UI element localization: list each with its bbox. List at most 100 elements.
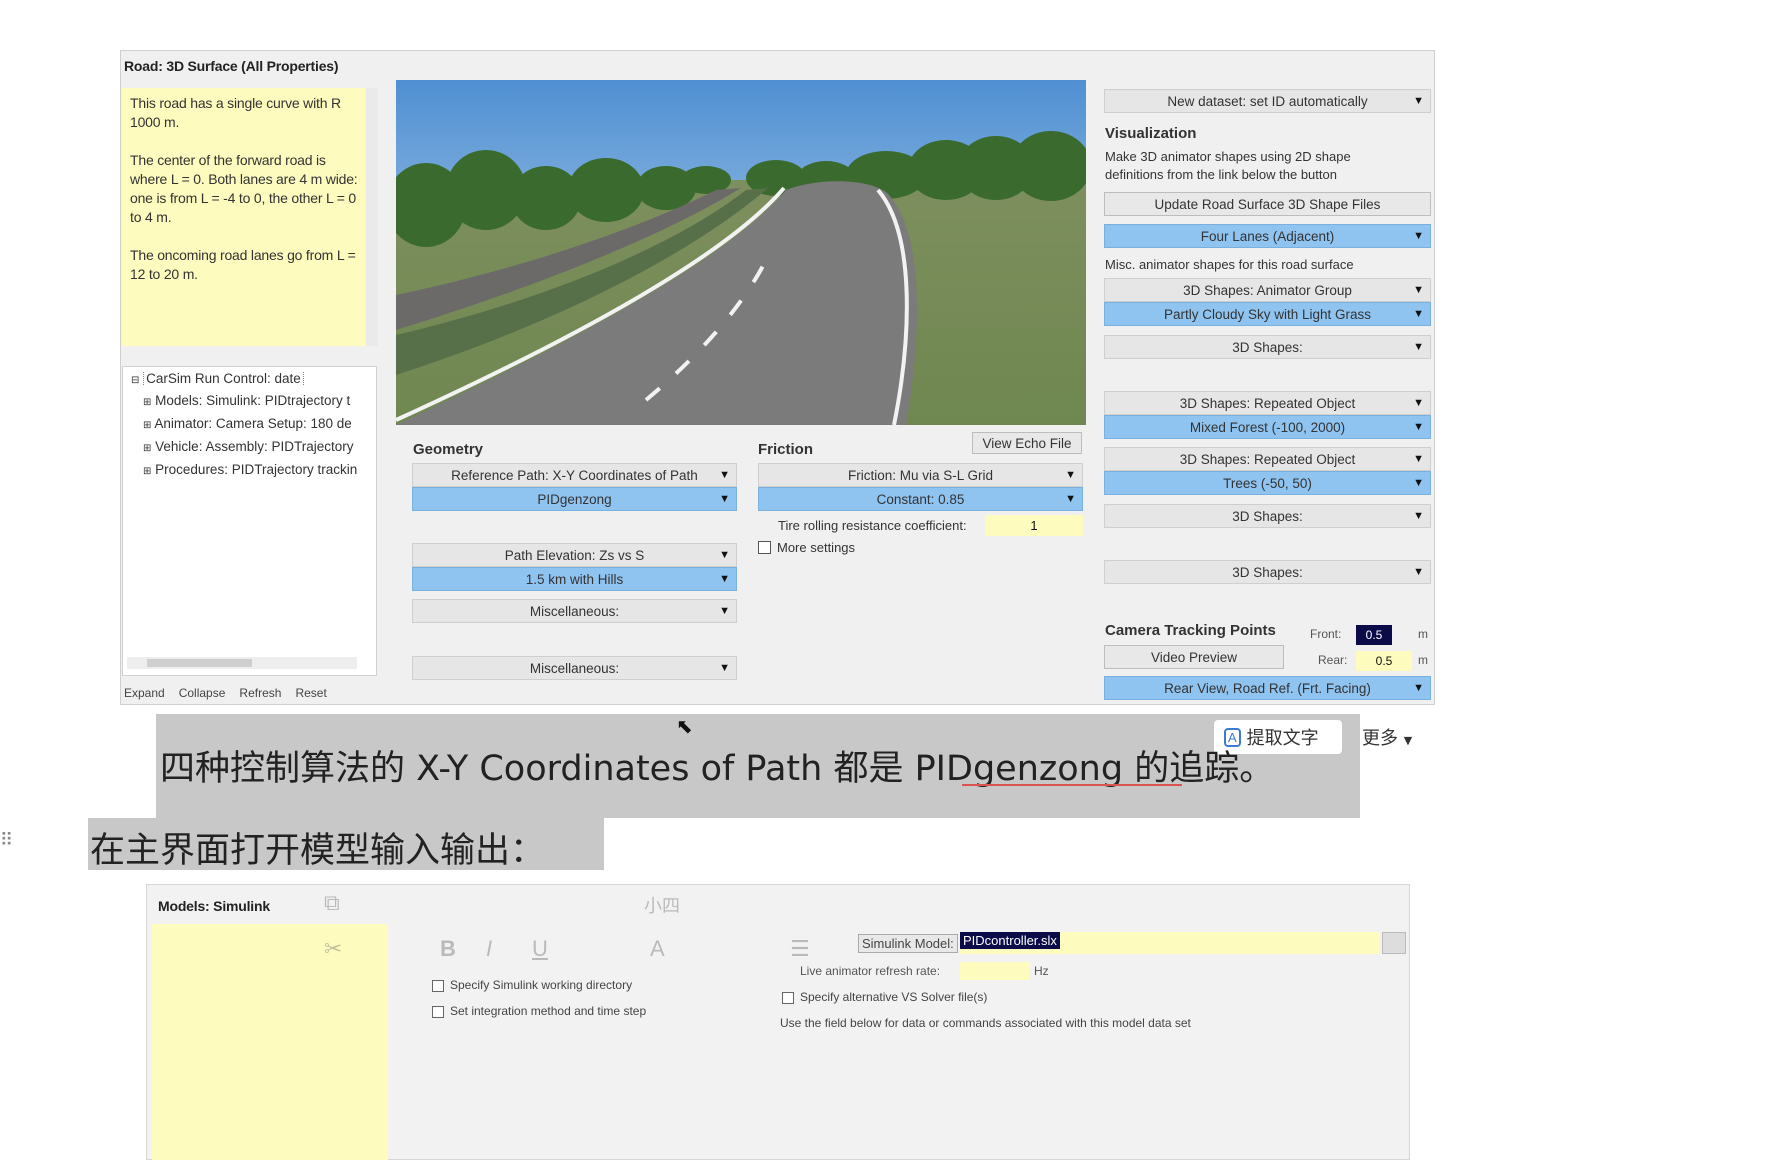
chevron-down-icon: ▼ [1403, 734, 1413, 747]
expand-icon[interactable]: ⊞ [143, 397, 151, 408]
dropdown-arrow-icon: ▼ [1413, 682, 1424, 694]
shapes-dropdown-a[interactable]: 3D Shapes: ▼ [1104, 335, 1431, 359]
refresh-button[interactable]: Refresh [239, 686, 281, 704]
notes-box[interactable]: This road has a single curve with R 1000… [122, 88, 367, 346]
dropdown-arrow-icon: ▼ [1413, 421, 1424, 433]
list-icon[interactable]: ☰ [790, 936, 810, 962]
models-panel-title: Models: Simulink [158, 898, 270, 914]
tree-buttons: Expand Collapse Refresh Reset [124, 686, 374, 704]
refresh-rate-label: Live animator refresh rate: [800, 964, 941, 978]
integration-checkbox[interactable] [432, 1006, 444, 1018]
misc-dropdown-2[interactable]: Miscellaneous: ▼ [412, 656, 737, 680]
italic-icon[interactable]: I [486, 936, 492, 962]
dataset-dropdown[interactable]: New dataset: set ID automatically ▼ [1104, 89, 1431, 113]
tree-item-run-control[interactable]: CarSim Run Control: date [143, 371, 304, 386]
update-road-surface-button[interactable]: Update Road Surface 3D Shape Files [1104, 192, 1431, 216]
expand-button[interactable]: Expand [124, 686, 165, 704]
misc-dropdown-1[interactable]: Miscellaneous: ▼ [412, 599, 737, 623]
specify-dir-checkbox[interactable] [432, 980, 444, 992]
expand-icon[interactable]: ⊞ [143, 443, 151, 454]
notes-scrollbar[interactable] [366, 88, 378, 346]
dropdown-arrow-icon: ▼ [1413, 510, 1424, 522]
collapse-icon[interactable]: ⊟ [131, 375, 139, 386]
use-field-description: Use the field below for data or commands… [780, 1016, 1191, 1030]
path-elevation-dropdown[interactable]: Path Elevation: Zs vs S ▼ [412, 543, 737, 567]
video-preview-button[interactable]: Video Preview [1104, 645, 1284, 669]
rear-input[interactable]: 0.5 [1356, 651, 1412, 671]
front-input[interactable]: 0.5 [1356, 625, 1392, 645]
shapes-dropdown-b[interactable]: 3D Shapes: ▼ [1104, 504, 1431, 528]
trees-dropdown[interactable]: Trees (-50, 50) ▼ [1104, 471, 1431, 495]
geometry-heading: Geometry [413, 441, 484, 458]
rear-unit: m [1418, 653, 1428, 667]
copy-icon[interactable]: ⧉ [324, 890, 340, 916]
dropdown-arrow-icon: ▼ [719, 573, 730, 585]
repeated-object-dropdown-2[interactable]: 3D Shapes: Repeated Object ▼ [1104, 447, 1431, 471]
visualization-description: Make 3D animator shapes using 2D shape d… [1105, 149, 1351, 182]
dropdown-arrow-icon: ▼ [1413, 95, 1424, 107]
path-elevation-value-dropdown[interactable]: 1.5 km with Hills ▼ [412, 567, 737, 591]
tree-item[interactable]: ⊞ Procedures: PIDTrajectory trackin [143, 462, 368, 477]
font-color-icon[interactable]: A [650, 936, 665, 962]
note-line-2: The center of the forward road is where … [130, 152, 358, 225]
note-line-1: This road has a single curve with R 1000… [130, 95, 341, 130]
dropdown-arrow-icon: ▼ [719, 469, 730, 481]
expand-icon[interactable]: ⊞ [143, 420, 151, 431]
collapse-button[interactable]: Collapse [179, 686, 226, 704]
reset-button[interactable]: Reset [295, 686, 326, 704]
dropdown-arrow-icon: ▼ [1413, 341, 1424, 353]
dropdown-arrow-icon: ▼ [719, 662, 730, 674]
dataset-tree[interactable]: ⊟ CarSim Run Control: date ⊞ Models: Sim… [122, 366, 377, 676]
road-3d-preview [396, 80, 1086, 425]
more-settings-checkbox[interactable] [758, 541, 771, 554]
friction-value-dropdown[interactable]: Constant: 0.85 ▼ [758, 487, 1083, 511]
doc-line-2: 在主界面打开模型输入输出： [90, 831, 546, 871]
cut-icon[interactable]: ✂ [324, 936, 342, 962]
tree-item[interactable]: ⊞ Animator: Camera Setup: 180 de [143, 416, 368, 431]
rear-label: Rear: [1318, 653, 1348, 667]
more-button[interactable]: 更多 ▼ [1362, 724, 1432, 754]
mixed-forest-dropdown[interactable]: Mixed Forest (-100, 2000) ▼ [1104, 415, 1431, 439]
friction-dropdown[interactable]: Friction: Mu via S-L Grid ▼ [758, 463, 1083, 487]
view-echo-file-button[interactable]: View Echo File [972, 432, 1082, 454]
misc-shapes-description: Misc. animator shapes for this road surf… [1105, 257, 1354, 272]
rolling-resistance-label: Tire rolling resistance coefficient: [778, 518, 967, 533]
underline-icon[interactable]: U [532, 936, 548, 962]
reference-path-value-dropdown[interactable]: PIDgenzong ▼ [412, 487, 737, 511]
tree-root[interactable]: ⊟ CarSim Run Control: date [131, 371, 371, 386]
specify-solver-label: Specify alternative VS Solver file(s) [800, 990, 988, 1004]
simulink-model-input[interactable]: PIDcontroller.slx [960, 932, 1380, 954]
repeated-object-dropdown-1[interactable]: 3D Shapes: Repeated Object ▼ [1104, 391, 1431, 415]
integration-label: Set integration method and time step [450, 1004, 647, 1018]
font-size-select[interactable]: 小四 [644, 892, 680, 918]
tree-item[interactable]: ⊞ Models: Simulink: PIDtrajectory t [143, 393, 368, 408]
dropdown-arrow-icon: ▼ [1413, 230, 1424, 242]
front-label: Front: [1310, 627, 1342, 641]
shapes-dropdown-c[interactable]: 3D Shapes: ▼ [1104, 560, 1431, 584]
tree-item[interactable]: ⊞ Vehicle: Assembly: PIDTrajectory [143, 439, 368, 454]
dropdown-arrow-icon: ▼ [719, 493, 730, 505]
more-settings-label: More settings [777, 540, 856, 555]
rolling-resistance-input[interactable]: 1 [985, 515, 1083, 536]
dropdown-arrow-icon: ▼ [1413, 397, 1424, 409]
dropdown-arrow-icon: ▼ [1065, 493, 1076, 505]
specify-solver-checkbox[interactable] [782, 992, 794, 1004]
rear-view-dropdown[interactable]: Rear View, Road Ref. (Frt. Facing) ▼ [1104, 676, 1431, 700]
spellcheck-underline [962, 784, 1182, 786]
camera-tracking-heading: Camera Tracking Points [1105, 622, 1276, 639]
reference-path-dropdown[interactable]: Reference Path: X-Y Coordinates of Path ▼ [412, 463, 737, 487]
drag-handle-icon[interactable]: ⠿ [0, 830, 13, 851]
bold-icon[interactable]: B [440, 936, 456, 962]
note-line-3: The oncoming road lanes go from L = 12 t… [130, 247, 356, 282]
expand-icon[interactable]: ⊞ [143, 466, 151, 477]
tree-hscrollbar[interactable] [127, 657, 357, 669]
model-browse-button[interactable] [1382, 932, 1406, 954]
scroll-thumb[interactable] [147, 659, 252, 667]
animator-group-dropdown[interactable]: 3D Shapes: Animator Group ▼ [1104, 278, 1431, 302]
dropdown-arrow-icon: ▼ [1413, 308, 1424, 320]
dropdown-arrow-icon: ▼ [1413, 284, 1424, 296]
sky-dropdown[interactable]: Partly Cloudy Sky with Light Grass ▼ [1104, 302, 1431, 326]
four-lanes-dropdown[interactable]: Four Lanes (Adjacent) ▼ [1104, 224, 1431, 248]
front-unit: m [1418, 627, 1428, 641]
refresh-rate-input[interactable] [960, 962, 1030, 980]
